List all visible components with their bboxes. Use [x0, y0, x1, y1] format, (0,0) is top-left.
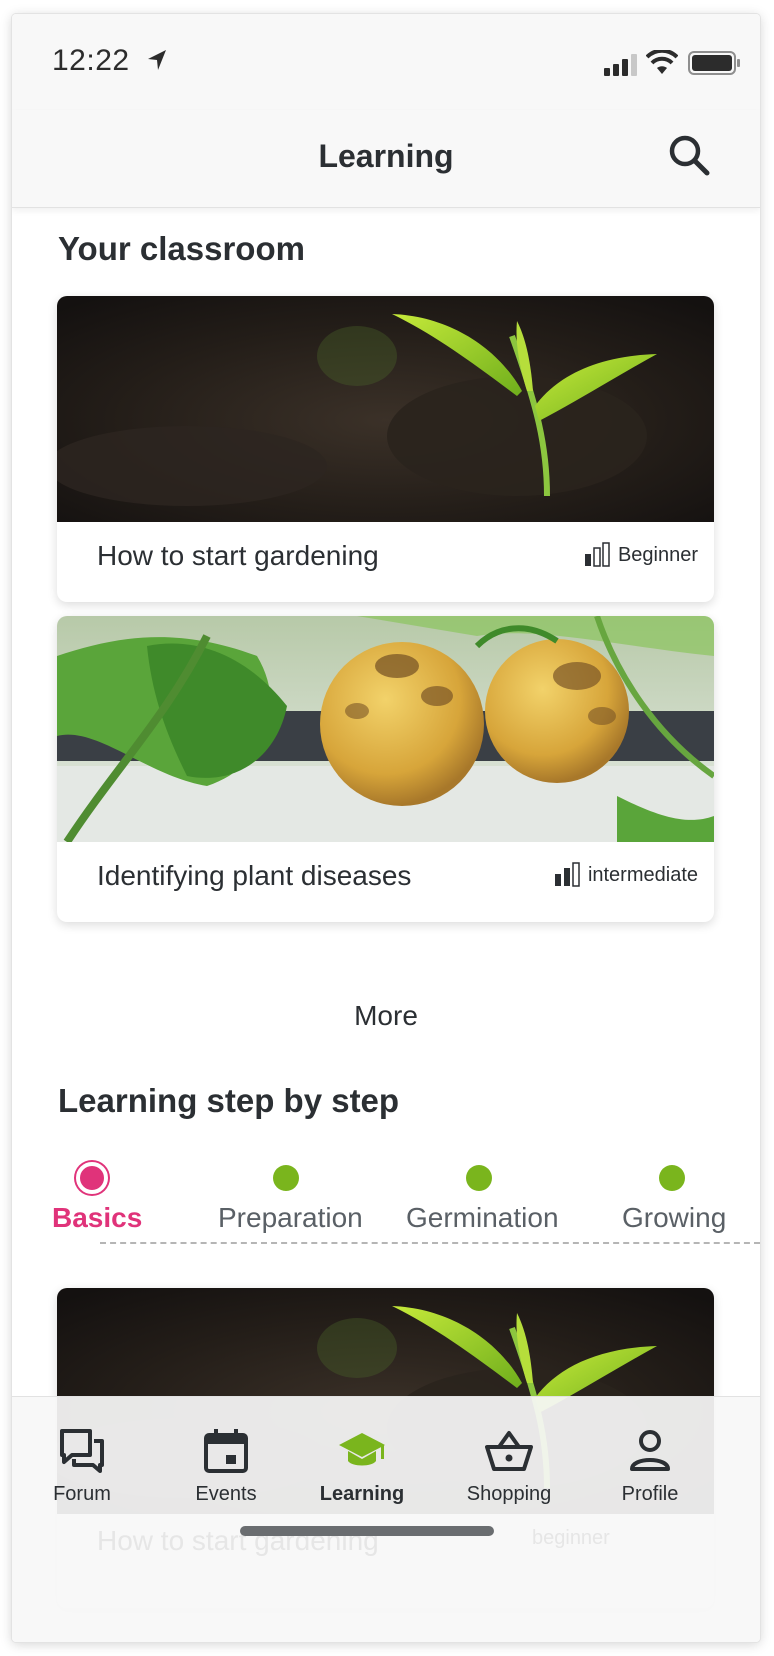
graduation-cap-icon [339, 1433, 385, 1466]
calendar-icon [204, 1429, 248, 1473]
home-indicator[interactable] [240, 1526, 494, 1536]
steps-section-title: Learning step by step [58, 1082, 400, 1119]
cellular-signal-icon [604, 54, 637, 76]
battery-icon [688, 51, 740, 75]
course-title: Identifying plant diseases [97, 860, 412, 891]
tab-events[interactable]: Events [166, 1397, 286, 1515]
level-bars-icon [554, 862, 580, 887]
tab-label: Shopping [466, 1483, 552, 1505]
level-indicator: intermediate [554, 860, 698, 890]
search-icon[interactable] [662, 128, 718, 184]
level-indicator: Beginner [584, 540, 698, 570]
tab-forum[interactable]: Forum [22, 1397, 142, 1515]
step-label-preparation[interactable]: Preparation [218, 1202, 363, 1234]
step-dot-germination[interactable] [466, 1165, 492, 1191]
level-label: intermediate [587, 863, 698, 886]
stepper-track [100, 1242, 760, 1244]
page-title: Learning [318, 138, 454, 174]
basket-icon [485, 1431, 533, 1471]
seedling-in-soil-image [57, 296, 714, 522]
step-label-basics[interactable]: Basics [52, 1202, 142, 1234]
tab-learning[interactable]: Learning [302, 1397, 422, 1515]
level-bars-icon [584, 542, 610, 567]
status-time: 12:22 [52, 44, 130, 77]
faded-level-label: beginner [532, 1527, 610, 1549]
tab-label: Learning [319, 1483, 405, 1505]
step-label-growing[interactable]: Growing [622, 1202, 726, 1234]
course-card[interactable]: How to start gardening Beginner [57, 296, 714, 602]
bottom-tab-bar: How to start gardening beginner Forum Ev… [12, 1396, 760, 1642]
level-label: Beginner [617, 543, 698, 566]
course-card[interactable]: Identifying plant diseases intermediate [57, 616, 714, 922]
location-arrow-icon [148, 50, 166, 70]
tab-profile[interactable]: Profile [590, 1397, 710, 1515]
wifi-icon [646, 50, 678, 74]
classroom-section-title: Your classroom [58, 230, 305, 267]
phone-screen: 12:22 Learning Your classroom How to sta… [12, 14, 760, 1642]
navigation-bar: Learning [12, 110, 760, 208]
more-button[interactable]: More [12, 1000, 760, 1032]
diseased-tomatoes-image [57, 616, 714, 842]
course-title: How to start gardening [97, 540, 379, 571]
chat-bubbles-icon [60, 1429, 104, 1473]
tab-label: Profile [621, 1483, 679, 1505]
step-dot-preparation[interactable] [273, 1165, 299, 1191]
status-bar: 12:22 [12, 14, 760, 110]
step-dot-basics[interactable] [76, 1162, 108, 1194]
person-icon [630, 1430, 670, 1471]
tab-label: Forum [53, 1483, 111, 1505]
step-label-germination[interactable]: Germination [406, 1202, 559, 1234]
step-dot-growing[interactable] [659, 1165, 685, 1191]
tab-shopping[interactable]: Shopping [449, 1397, 569, 1515]
